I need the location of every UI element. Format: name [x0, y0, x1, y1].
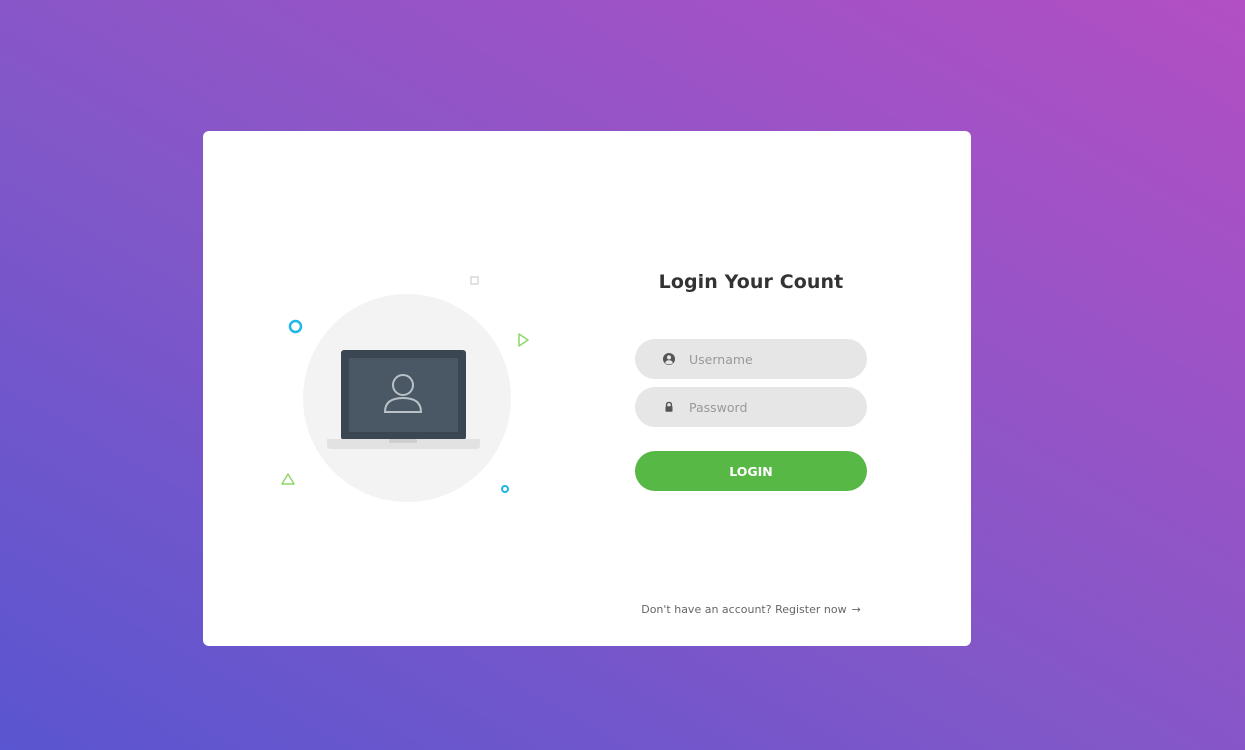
arrow-right-icon: →	[851, 603, 861, 616]
password-input[interactable]	[689, 387, 849, 427]
lock-icon	[665, 401, 673, 412]
decor-square-icon	[470, 276, 479, 285]
laptop-icon	[327, 350, 480, 449]
register-link[interactable]: Don't have an account? Register now →	[615, 603, 887, 616]
decor-triangle-right-icon	[518, 333, 529, 347]
username-input[interactable]	[689, 339, 849, 379]
username-field[interactable]	[635, 339, 867, 379]
decor-ring-small-icon	[501, 485, 509, 493]
login-form: Login Your Count LOGIN Don't have an acc…	[635, 131, 867, 646]
password-field[interactable]	[635, 387, 867, 427]
login-button[interactable]: LOGIN	[635, 451, 867, 491]
decor-ring-icon	[288, 319, 303, 334]
login-illustration	[203, 131, 603, 646]
login-card: Login Your Count LOGIN Don't have an acc…	[203, 131, 971, 646]
decor-triangle-up-icon	[281, 473, 295, 485]
user-circle-icon	[663, 353, 675, 365]
login-title: Login Your Count	[658, 271, 844, 293]
register-link-text: Don't have an account? Register now	[641, 603, 847, 616]
